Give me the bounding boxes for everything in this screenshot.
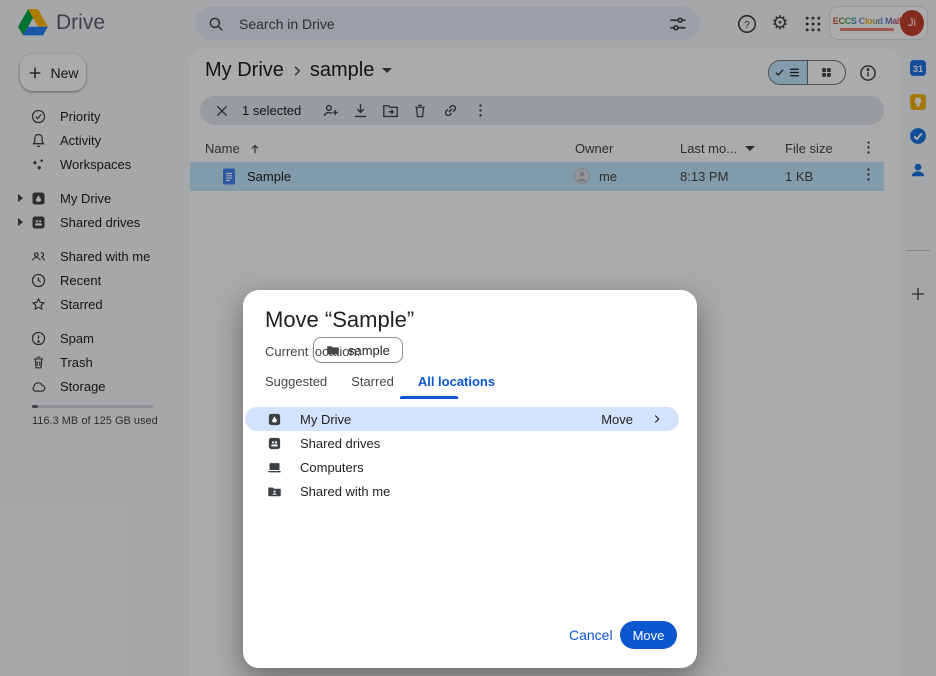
shared-drives-icon: [267, 436, 282, 451]
location-row-computers[interactable]: Computers: [245, 455, 679, 479]
cancel-button[interactable]: Cancel: [563, 621, 619, 649]
location-list: My Drive Move Shared drives: [245, 407, 679, 503]
dialog-title: Move “Sample”: [265, 307, 414, 333]
current-location-chip[interactable]: sample: [313, 337, 403, 363]
tab-all-locations[interactable]: All locations: [418, 374, 495, 397]
google-drive-app: Drive ? ⚙: [0, 0, 936, 676]
chevron-right-icon[interactable]: [651, 413, 663, 425]
computer-icon: [267, 460, 282, 475]
location-row-my-drive[interactable]: My Drive Move: [245, 407, 679, 431]
location-row-shared-drives[interactable]: Shared drives: [245, 431, 679, 455]
move-dialog: Move “Sample” Current location: sample S…: [243, 290, 697, 668]
shared-folder-icon: [267, 484, 282, 499]
my-drive-icon: [267, 412, 282, 427]
row-move-action[interactable]: Move: [601, 412, 633, 427]
current-location-name: sample: [348, 343, 390, 358]
folder-icon: [326, 343, 340, 357]
tab-suggested[interactable]: Suggested: [265, 374, 327, 397]
location-row-shared-with-me[interactable]: Shared with me: [245, 479, 679, 503]
active-tab-underline: [400, 396, 458, 399]
dialog-tabs: Suggested Starred All locations: [265, 374, 495, 397]
tab-starred[interactable]: Starred: [351, 374, 394, 397]
move-button[interactable]: Move: [620, 621, 677, 649]
